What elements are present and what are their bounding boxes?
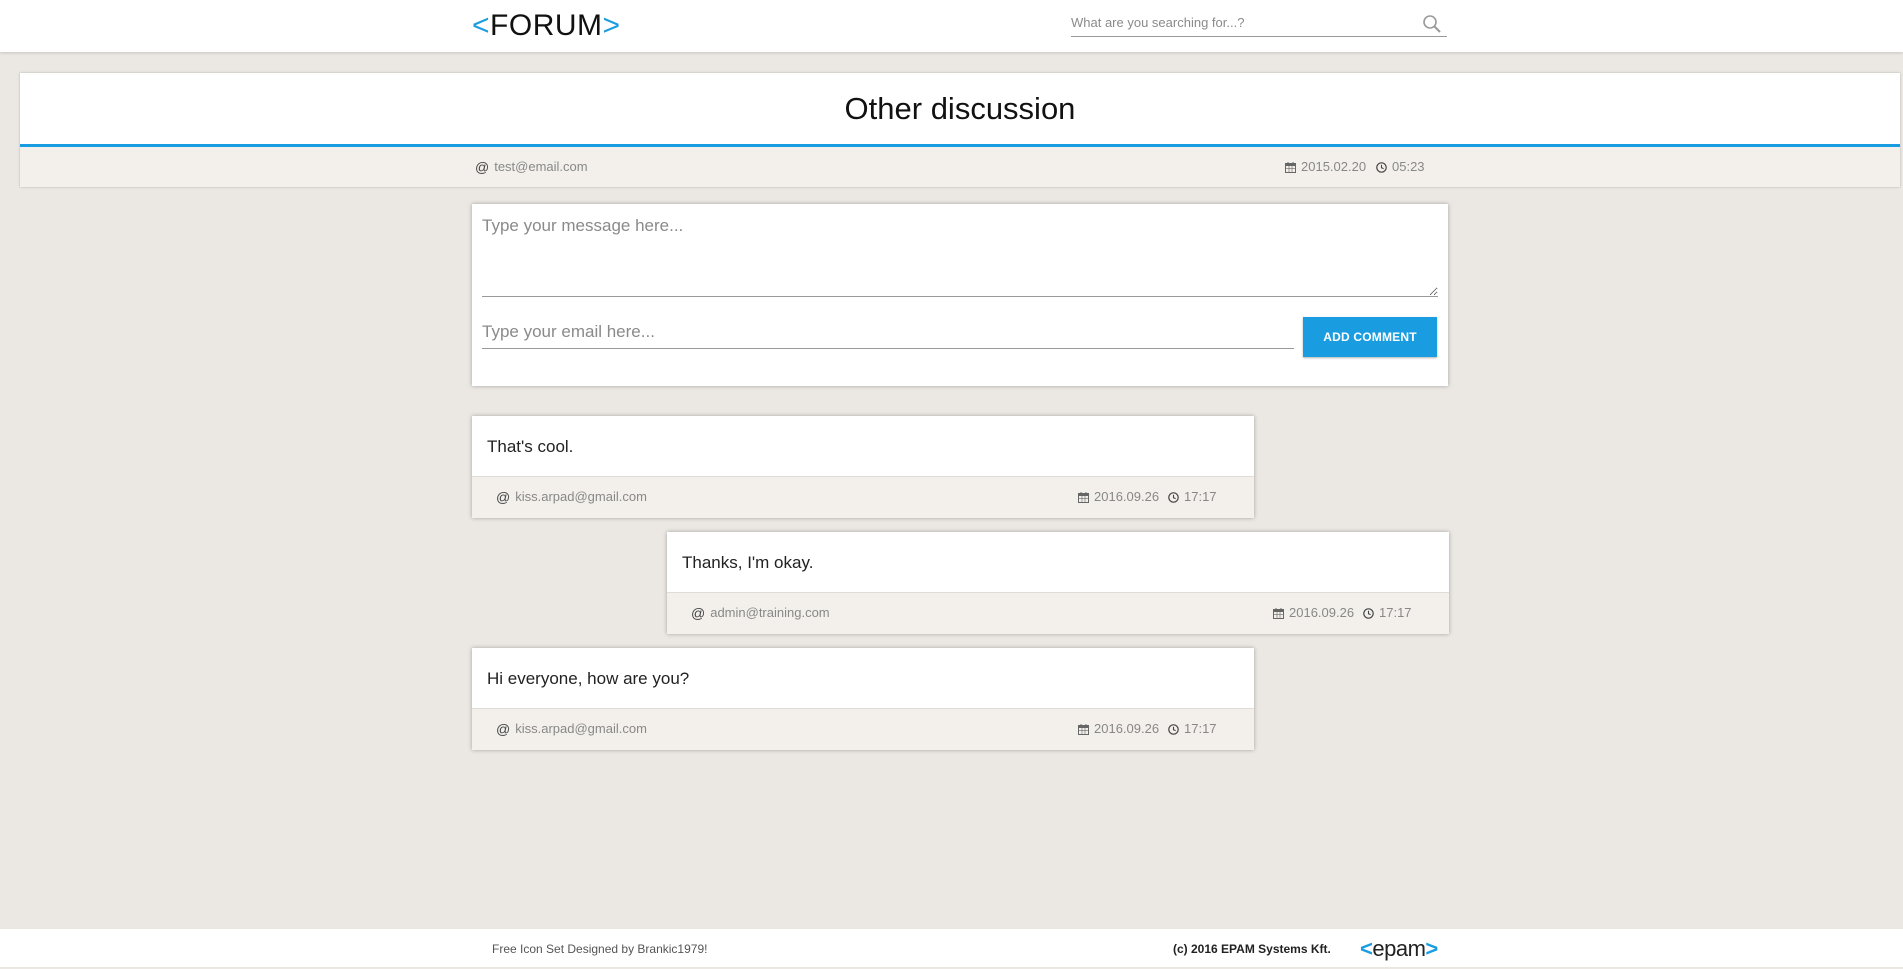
comment-date-value: 2016.09.26 [1289, 605, 1355, 620]
topic-time: 05:23 [1376, 147, 1425, 187]
topic-author: @ test@email.com [475, 147, 588, 187]
comment-text: That's cool. [472, 416, 1254, 477]
topic-author-email: test@email.com [494, 159, 588, 174]
calendar-icon [1273, 607, 1284, 619]
add-comment-button[interactable]: ADD COMMENT [1303, 317, 1437, 357]
footer: Free Icon Set Designed by Brankic1979! (… [0, 929, 1903, 967]
at-icon: @ [475, 159, 490, 175]
clock-icon [1363, 607, 1374, 619]
comment-time-value: 17:17 [1184, 721, 1217, 736]
comment-card: That's cool. @ kiss.arpad@gmail.com 2016… [472, 416, 1254, 518]
comment-time: 17:17 [1168, 477, 1217, 517]
email-input[interactable] [482, 316, 1294, 349]
calendar-icon [1078, 723, 1089, 735]
comment-meta: @ kiss.arpad@gmail.com 2016.09.26 17:17 [472, 709, 1254, 750]
comment-date-value: 2016.09.26 [1094, 489, 1160, 504]
comment-date: 2016.09.26 [1273, 593, 1354, 633]
icon-credit: Free Icon Set Designed by Brankic1979! [492, 942, 708, 956]
logo[interactable]: <FORUM> [472, 6, 621, 46]
topic-date-value: 2015.02.20 [1301, 159, 1367, 174]
comment-card: Hi everyone, how are you? @ kiss.arpad@g… [472, 648, 1254, 750]
header: <FORUM> [0, 0, 1903, 52]
topic-banner: Other discussion @ test@email.com 2015.0… [20, 73, 1900, 187]
calendar-icon [1285, 161, 1296, 173]
comment-author-email: admin@training.com [710, 605, 830, 620]
logo-bracket-close: > [602, 9, 621, 42]
at-icon: @ [691, 605, 706, 621]
comment-form: ADD COMMENT [472, 204, 1448, 386]
clock-icon [1168, 491, 1179, 503]
comment-meta: @ kiss.arpad@gmail.com 2016.09.26 17:17 [472, 477, 1254, 518]
search-input[interactable] [1071, 10, 1401, 34]
comment-time: 17:17 [1363, 593, 1412, 633]
page-title: Other discussion [20, 73, 1900, 147]
comment-time-value: 17:17 [1184, 489, 1217, 504]
epam-bracket-open: < [1360, 936, 1373, 961]
search-bar [1071, 10, 1447, 37]
comment-author-email: kiss.arpad@gmail.com [515, 489, 647, 504]
comment-text: Thanks, I'm okay. [667, 532, 1449, 593]
clock-icon [1168, 723, 1179, 735]
comment-author: @ kiss.arpad@gmail.com [496, 477, 647, 517]
comment-text: Hi everyone, how are you? [472, 648, 1254, 709]
comment-time-value: 17:17 [1379, 605, 1412, 620]
message-input[interactable] [482, 216, 1438, 297]
logo-bracket-open: < [472, 9, 491, 42]
at-icon: @ [496, 721, 511, 737]
clock-icon [1376, 161, 1387, 173]
calendar-icon [1078, 491, 1089, 503]
search-icon[interactable] [1421, 13, 1443, 35]
comment-time: 17:17 [1168, 709, 1217, 749]
comment-date: 2016.09.26 [1078, 477, 1159, 517]
comment-card: Thanks, I'm okay. @ admin@training.com 2… [667, 532, 1449, 634]
topic-date: 2015.02.20 [1285, 147, 1366, 187]
comment-meta: @ admin@training.com 2016.09.26 17:17 [667, 593, 1449, 634]
copyright: (c) 2016 EPAM Systems Kft. [1173, 942, 1331, 956]
epam-text: epam [1372, 936, 1426, 961]
logo-text: FORUM [490, 9, 603, 42]
comment-author: @ kiss.arpad@gmail.com [496, 709, 647, 749]
comment-author: @ admin@training.com [691, 593, 830, 633]
comment-date-value: 2016.09.26 [1094, 721, 1160, 736]
comment-date: 2016.09.26 [1078, 709, 1159, 749]
epam-logo[interactable]: <epam> [1360, 935, 1438, 963]
topic-meta: @ test@email.com 2015.02.20 05:23 [20, 147, 1900, 187]
topic-time-value: 05:23 [1392, 159, 1425, 174]
at-icon: @ [496, 489, 511, 505]
epam-bracket-close: > [1425, 936, 1438, 961]
comment-author-email: kiss.arpad@gmail.com [515, 721, 647, 736]
